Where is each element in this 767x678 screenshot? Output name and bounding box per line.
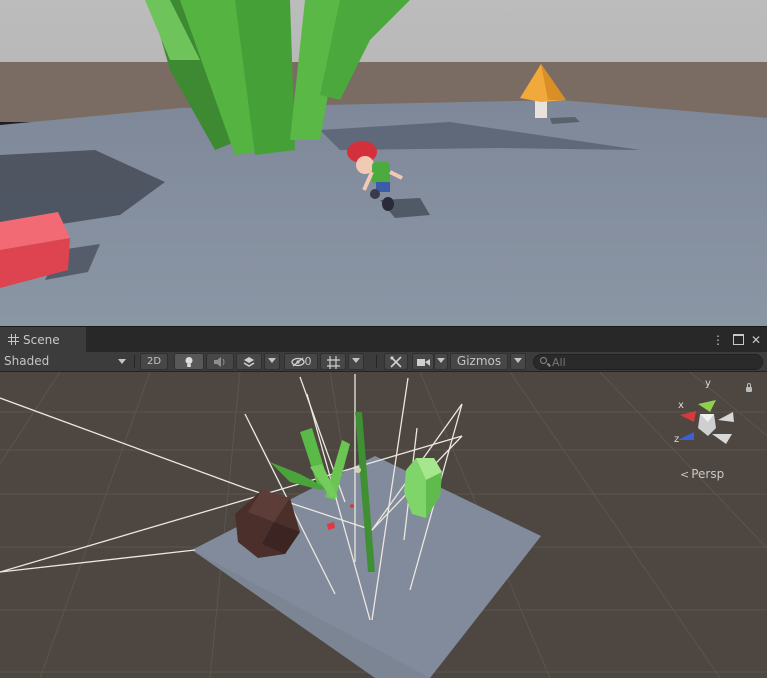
effects-dropdown[interactable] [236,353,262,370]
tools-icon [390,356,402,368]
gizmos-dropdown-arrow[interactable] [510,353,526,370]
grid-dropdown-arrow[interactable] [348,353,364,370]
game-view[interactable] [0,0,767,326]
draw-mode-value: Shaded [4,354,50,368]
projection-label: Persp [691,467,725,481]
game-render [0,0,767,326]
grid-icon [8,334,19,345]
layers-icon [243,357,255,367]
chevron-down-icon [268,358,276,363]
unity-editor: Scene ⋮ ✕ Shaded 2D 0 Gizmos All y x z <… [0,0,767,678]
camera-icon [416,359,430,366]
close-icon[interactable]: ✕ [748,327,764,353]
gizmo-z-label: z [674,434,680,445]
camera-settings-button[interactable] [412,353,434,370]
chevron-down-icon [514,358,522,363]
tab-scene-label: Scene [23,333,60,347]
camera-dropdown-arrow[interactable] [434,353,448,370]
scene-tab-bar: Scene ⋮ ✕ [0,326,767,353]
projection-toggle[interactable]: < Persp [680,467,724,481]
grid-snap-toggle[interactable] [320,353,346,370]
grid-snap-icon [326,356,340,369]
audio-icon [214,357,225,367]
gizmos-toggle[interactable]: Gizmos [450,353,508,370]
scene-view[interactable] [0,372,767,678]
gizmos-label: Gizmos [456,354,502,368]
chevron-down-icon [118,359,126,364]
lighting-toggle[interactable] [174,353,204,370]
chevron-down-icon [352,358,360,363]
lightbulb-icon [185,357,193,367]
audio-toggle[interactable] [206,353,234,370]
orientation-gizmo[interactable]: y x z [668,376,758,476]
visibility-off-icon [290,357,305,367]
lock-icon[interactable] [746,383,752,392]
maximize-icon[interactable] [730,327,746,353]
scene-visibility-toggle[interactable]: 0 [284,353,318,370]
scene-render [0,372,767,678]
more-icon[interactable]: ⋮ [710,327,726,353]
effects-dropdown-arrow[interactable] [264,353,280,370]
search-icon [540,357,547,364]
gizmo-y-label: y [705,378,711,389]
search-input[interactable] [533,354,763,370]
tab-scene[interactable]: Scene [0,327,86,353]
mode-2d-label: 2D [146,356,162,367]
mode-2d-toggle[interactable]: 2D [140,353,168,370]
draw-mode-dropdown[interactable]: Shaded [4,352,130,371]
chevron-left-icon: < [680,468,690,481]
axis-gizmo-icon [678,400,734,444]
scene-toolbar: Shaded 2D 0 Gizmos [0,352,767,372]
tools-toggle[interactable] [384,353,408,370]
chevron-down-icon [437,358,445,363]
hidden-count: 0 [304,355,312,368]
gizmo-x-label: x [678,400,684,411]
